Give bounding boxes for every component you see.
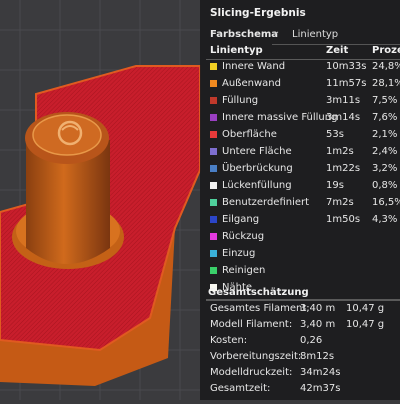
feature-label: Außenwand xyxy=(222,78,281,89)
estimate-value: 42m37s xyxy=(300,383,341,394)
feature-row[interactable]: Untere Fläche 1m2s 2,4% xyxy=(200,144,400,161)
feature-time: 7m2s xyxy=(326,197,354,208)
estimate-value: 8m12s xyxy=(300,351,335,362)
color-swatch xyxy=(210,148,217,155)
feature-label: Einzug xyxy=(222,248,256,259)
estimate-row: Kosten: 0,26 xyxy=(200,334,400,350)
feature-label: Innere Wand xyxy=(222,61,286,72)
color-scheme-label: Farbschema xyxy=(210,29,279,40)
feature-percent: 28,1% xyxy=(372,78,400,89)
feature-row[interactable]: Füllung 3m11s 7,5% xyxy=(200,93,400,110)
feature-percent: 2,4% xyxy=(372,146,398,157)
slicing-result-panel: Slicing-Ergebnis Farbschema ⌄ Linientyp … xyxy=(200,0,400,400)
feature-time: 1m22s xyxy=(326,163,361,174)
estimate-label: Vorbereitungszeit: xyxy=(210,351,302,362)
color-swatch xyxy=(210,199,217,206)
feature-time: 53s xyxy=(326,129,344,140)
color-scheme-value: Linientyp xyxy=(292,29,339,40)
estimate-label: Modelldruckzeit: xyxy=(210,367,293,378)
feature-percent: 7,6% xyxy=(372,112,398,123)
estimate-label: Gesamtes Filament: xyxy=(210,303,310,314)
estimate-row: Modell Filament: 3,40 m 10,47 g xyxy=(200,318,400,334)
feature-row[interactable]: Überbrückung 1m22s 3,2% xyxy=(200,161,400,178)
feature-label: Benutzerdefiniert xyxy=(222,197,310,208)
estimate-label: Kosten: xyxy=(210,335,248,346)
feature-label: Lückenfüllung xyxy=(222,180,292,191)
feature-time: 3m11s xyxy=(326,95,361,106)
estimate-value: 3,40 m xyxy=(300,303,336,314)
color-swatch xyxy=(210,250,217,257)
feature-row[interactable]: Außenwand 11m57s 28,1% xyxy=(200,76,400,93)
estimate-row: Modelldruckzeit: 34m24s xyxy=(200,366,400,382)
estimate-value: 34m24s xyxy=(300,367,341,378)
feature-percent: 24,8% xyxy=(372,61,400,72)
estimate-label: Modell Filament: xyxy=(210,319,293,330)
feature-label: Untere Fläche xyxy=(222,146,292,157)
feature-row[interactable]: Eilgang 1m50s 4,3% xyxy=(200,212,400,229)
feature-time: 19s xyxy=(326,180,344,191)
color-swatch xyxy=(210,233,217,240)
color-swatch xyxy=(210,80,217,87)
chevron-down-icon: ⌄ xyxy=(272,26,281,37)
feature-row[interactable]: Oberfläche 53s 2,1% xyxy=(200,127,400,144)
feature-percent: 4,3% xyxy=(372,214,398,225)
estimate-title: Gesamtschätzung xyxy=(208,287,309,298)
estimate-divider xyxy=(206,300,400,301)
feature-label: Rückzug xyxy=(222,231,265,242)
feature-row[interactable]: Einzug xyxy=(200,246,400,263)
color-swatch xyxy=(210,182,217,189)
column-header-percent: Prozen xyxy=(372,45,400,56)
color-scheme-select[interactable]: ⌄ Linientyp xyxy=(272,26,400,45)
color-swatch xyxy=(210,63,217,70)
feature-label: Überbrückung xyxy=(222,163,293,174)
estimate-value-secondary: 10,47 g xyxy=(346,319,385,330)
estimate-row: Gesamtes Filament: 3,40 m 10,47 g xyxy=(200,302,400,318)
feature-row[interactable]: Benutzerdefiniert 7m2s 16,5% xyxy=(200,195,400,212)
column-header-type: Linientyp xyxy=(210,45,263,56)
feature-label: Füllung xyxy=(222,95,259,106)
feature-percent: 3,2% xyxy=(372,163,398,174)
estimate-label: Gesamtzeit: xyxy=(210,383,271,394)
color-swatch xyxy=(210,97,217,104)
feature-time: 1m2s xyxy=(326,146,354,157)
feature-time: 1m50s xyxy=(326,214,361,225)
feature-row[interactable]: Lückenfüllung 19s 0,8% xyxy=(200,178,400,195)
feature-label: Oberfläche xyxy=(222,129,277,140)
estimate-row: Gesamtzeit: 42m37s xyxy=(200,382,400,398)
feature-percent: 2,1% xyxy=(372,129,398,140)
feature-label: Innere massive Füllung xyxy=(222,112,338,123)
color-swatch xyxy=(210,165,217,172)
feature-label: Eilgang xyxy=(222,214,260,225)
column-header-time: Zeit xyxy=(326,45,349,56)
feature-percent: 0,8% xyxy=(372,180,398,191)
color-swatch xyxy=(210,267,217,274)
feature-row[interactable]: Innere massive Füllung 3m14s 7,6% xyxy=(200,110,400,127)
feature-percent: 7,5% xyxy=(372,95,398,106)
feature-time: 11m57s xyxy=(326,78,367,89)
estimate-value-secondary: 10,47 g xyxy=(346,303,385,314)
feature-time: 10m33s xyxy=(326,61,367,72)
feature-percent: 16,5% xyxy=(372,197,400,208)
feature-row[interactable]: Reinigen xyxy=(200,263,400,280)
color-swatch xyxy=(210,131,217,138)
feature-label: Reinigen xyxy=(222,265,266,276)
estimate-row: Vorbereitungszeit: 8m12s xyxy=(200,350,400,366)
feature-time: 3m14s xyxy=(326,112,361,123)
panel-title: Slicing-Ergebnis xyxy=(210,7,306,19)
estimate-value: 3,40 m xyxy=(300,319,336,330)
color-swatch xyxy=(210,216,217,223)
estimate-value: 0,26 xyxy=(300,335,323,346)
estimate-title-underline xyxy=(206,299,400,300)
feature-row[interactable]: Rückzug xyxy=(200,229,400,246)
feature-row[interactable]: Innere Wand 10m33s 24,8% xyxy=(200,59,400,76)
color-swatch xyxy=(210,114,217,121)
